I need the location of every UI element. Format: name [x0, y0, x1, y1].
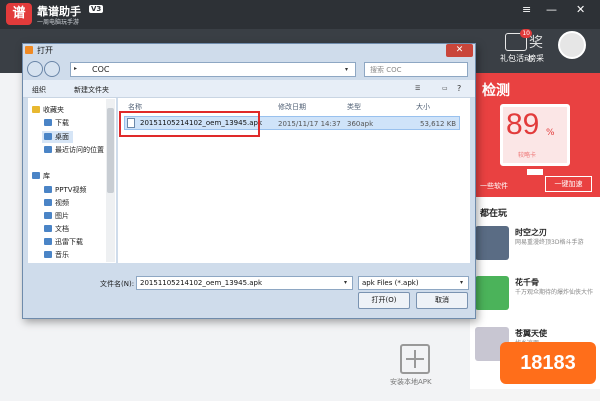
address-path: COC: [92, 65, 110, 74]
sidebar-item-videos[interactable]: 视频: [44, 198, 69, 208]
download-icon: [44, 238, 52, 245]
filetype-dropdown-icon[interactable]: ▾: [460, 279, 463, 286]
watermark-logo: 18183: [500, 342, 596, 384]
add-apk-icon[interactable]: [400, 344, 430, 374]
footer-bar: [470, 389, 600, 401]
dialog-title: 打开: [37, 46, 53, 55]
score-hint: 较略卡: [518, 152, 537, 159]
sidebar-item-documents[interactable]: 文档: [44, 224, 69, 234]
menu-icon[interactable]: ≡: [522, 3, 531, 16]
game-desc: 网易重漫终顶3D格斗手游: [515, 239, 584, 246]
game-item[interactable]: 花千骨 千万观众期待的爆炸仙侠大作: [475, 276, 597, 320]
game-desc: 千万观众期待的爆炸仙侠大作: [515, 289, 594, 296]
sidebar-item-music[interactable]: 音乐: [44, 250, 69, 260]
close-button[interactable]: ✕: [576, 3, 585, 16]
game-title: 时空之刃: [515, 228, 547, 237]
forward-button[interactable]: [44, 61, 60, 77]
address-bar[interactable]: [70, 62, 356, 77]
download-icon: [44, 119, 52, 126]
video-icon: [44, 199, 52, 206]
performance-score: 89: [506, 108, 540, 141]
cancel-button[interactable]: 取消: [416, 292, 468, 309]
trophy-icon: 奖: [529, 35, 543, 51]
rank-button[interactable]: 奖 榜采: [528, 33, 544, 64]
highlight-box: [119, 111, 260, 137]
open-button[interactable]: 打开(O): [358, 292, 410, 309]
file-type: 360apk: [347, 120, 374, 128]
score-percent: %: [546, 128, 555, 138]
sidebar-item-pptv[interactable]: PPTV视频: [44, 185, 87, 195]
filename-dropdown-icon[interactable]: ▾: [344, 279, 347, 286]
column-header-type[interactable]: 类型: [347, 102, 361, 112]
game-item[interactable]: 时空之刃 网易重漫终顶3D格斗手游: [475, 226, 597, 270]
column-header-size[interactable]: 大小: [416, 102, 430, 112]
picture-icon: [44, 212, 52, 219]
monitor-stand: [527, 169, 543, 175]
sidebar-item-favorites[interactable]: 收藏夹: [32, 105, 64, 115]
music-icon: [44, 251, 52, 258]
star-icon: [32, 106, 40, 113]
sidebar-item-libraries[interactable]: 库: [32, 171, 50, 181]
sidebar-item-downloads[interactable]: 下载: [44, 118, 69, 128]
sidebar-item-recent[interactable]: 最近访问的位置: [44, 145, 104, 155]
recent-icon: [44, 146, 52, 153]
library-icon: [32, 172, 40, 179]
game-thumbnail: [475, 276, 509, 310]
sidebar-item-thunder[interactable]: 迅雷下载: [44, 237, 83, 247]
new-folder-button[interactable]: 新建文件夹: [74, 85, 109, 95]
dialog-app-icon: [25, 46, 33, 54]
filename-label: 文件名(N):: [100, 280, 135, 288]
speedup-button[interactable]: 一键加速: [545, 176, 592, 192]
help-icon[interactable]: ?: [457, 84, 461, 93]
sidebar-item-desktop[interactable]: 桌面: [42, 131, 73, 143]
app-subtitle: 一周电脑玩手游: [37, 19, 80, 26]
add-apk-label[interactable]: 安装本地APK: [390, 377, 432, 387]
preview-icon[interactable]: ▭: [442, 85, 448, 92]
desktop-icon: [44, 133, 52, 140]
app-logo: 谱: [6, 3, 32, 25]
column-header-date[interactable]: 修改日期: [278, 102, 306, 112]
sidebar-item-pictures[interactable]: 图片: [44, 211, 69, 221]
game-title: 花千骨: [515, 278, 539, 287]
nav-scrollbar-thumb[interactable]: [107, 108, 114, 193]
dialog-close-button[interactable]: ✕: [446, 44, 473, 57]
video-icon: [44, 186, 52, 193]
software-link[interactable]: 一些软件: [480, 181, 508, 191]
back-button[interactable]: [27, 61, 43, 77]
game-thumbnail: [475, 226, 509, 260]
rank-label: 榜采: [528, 54, 544, 63]
file-date: 2015/11/17 14:37: [278, 120, 341, 128]
user-avatar[interactable]: [558, 31, 586, 59]
gift-icon: 10: [505, 29, 532, 51]
address-dropdown-icon[interactable]: ▾: [345, 66, 348, 73]
document-icon: [44, 225, 52, 232]
version-badge: V3: [89, 5, 104, 13]
filetype-value: apk Files (*.apk): [362, 279, 419, 287]
view-icon[interactable]: ☰: [415, 85, 420, 92]
game-title: 苍翼天使: [515, 329, 547, 338]
folder-icon: ▸: [74, 65, 78, 72]
search-placeholder: 搜索 COC: [370, 66, 402, 74]
organize-button[interactable]: 组织: [32, 85, 46, 95]
detect-title: 检测: [482, 82, 510, 98]
minimize-button[interactable]: —: [546, 3, 557, 16]
filename-value: 20151105214102_oem_13945.apk: [140, 279, 263, 287]
popular-section-title: 都在玩: [480, 209, 508, 219]
file-size: 53,612 KB: [420, 120, 457, 128]
